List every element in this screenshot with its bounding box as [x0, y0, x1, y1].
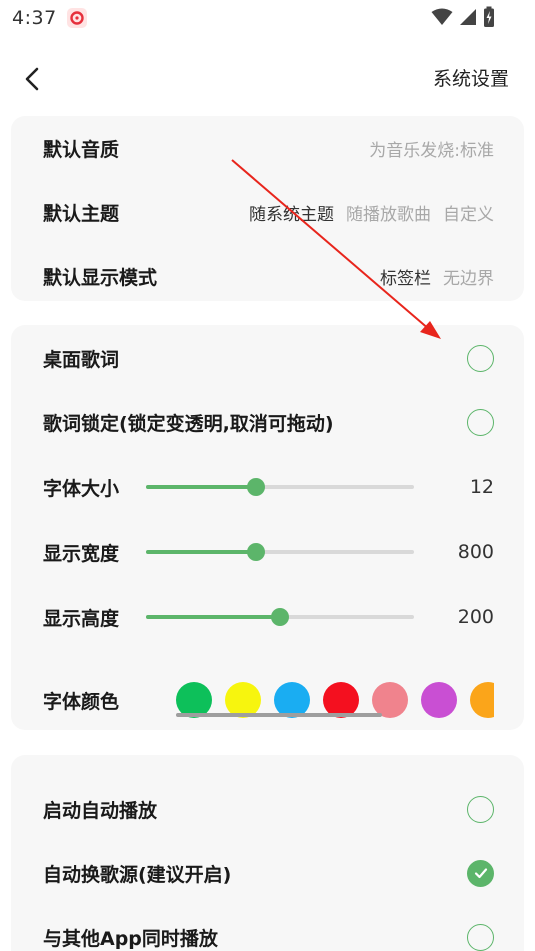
auto-switch-source-label: 自动换歌源(建议开启) [43, 863, 232, 886]
desktop-lyrics-row[interactable]: 桌面歌词 [11, 338, 524, 378]
theme-option-follow-system[interactable]: 随系统主题 [249, 200, 334, 225]
default-display-mode-row: 默认显示模式 标签栏 无边界 [11, 256, 524, 296]
desktop-lyrics-checkbox[interactable] [467, 344, 494, 372]
display-width-label: 显示宽度 [43, 542, 120, 565]
swatch-scrollbar[interactable] [176, 713, 382, 717]
lyrics-lock-row[interactable]: 歌词锁定(锁定变透明,取消可拖动) [11, 402, 524, 442]
font-size-slider[interactable] [146, 477, 414, 497]
display-width-slider[interactable] [146, 542, 414, 562]
display-height-value: 200 [457, 606, 494, 628]
slider-thumb[interactable] [271, 608, 289, 626]
default-display-mode-label: 默认显示模式 [43, 266, 158, 289]
autoplay-row[interactable]: 启动自动播放 [11, 789, 524, 829]
default-theme-options: 随系统主题 随播放歌曲 自定义 [249, 200, 494, 225]
status-indicators [431, 6, 495, 28]
autoplay-label: 启动自动播放 [43, 799, 158, 822]
slider-fill [146, 615, 280, 619]
lyrics-lock-label: 歌词锁定(锁定变透明,取消可拖动) [43, 412, 334, 435]
display-mode-option-borderless[interactable]: 无边界 [443, 264, 494, 289]
slider-fill [146, 550, 256, 554]
slider-fill [146, 485, 256, 489]
default-quality-label: 默认音质 [43, 138, 120, 161]
default-quality-row[interactable]: 默认音质 为音乐发烧:标准 [11, 128, 524, 168]
desktop-lyrics-label: 桌面歌词 [43, 348, 120, 371]
theme-option-follow-song[interactable]: 随播放歌曲 [346, 200, 431, 225]
auto-switch-source-checkbox[interactable] [467, 859, 494, 887]
theme-option-custom[interactable]: 自定义 [443, 200, 494, 225]
font-size-value: 12 [469, 476, 494, 498]
page-title: 系统设置 [432, 68, 509, 90]
default-theme-label: 默认主题 [43, 202, 120, 225]
status-time: 4:37 [12, 7, 57, 29]
battery-charging-icon [484, 6, 494, 27]
wifi-icon [431, 8, 453, 25]
auto-switch-source-row[interactable]: 自动换歌源(建议开启) [11, 853, 524, 893]
display-height-row: 显示高度 200 [11, 597, 524, 637]
font-size-row: 字体大小 12 [11, 467, 524, 507]
back-button[interactable] [18, 64, 48, 94]
autoplay-checkbox[interactable] [467, 795, 494, 823]
defaults-card: 默认音质 为音乐发烧:标准 默认主题 随系统主题 随播放歌曲 自定义 默认显示模… [11, 116, 524, 301]
checkmark-icon [474, 868, 487, 879]
color-swatch[interactable] [470, 682, 494, 718]
netease-music-notification-icon [66, 8, 87, 28]
display-mode-options: 标签栏 无边界 [380, 264, 494, 289]
play-with-other-apps-checkbox[interactable] [467, 923, 494, 951]
font-color-label: 字体颜色 [43, 690, 120, 713]
default-quality-options: 为音乐发烧:标准 [369, 136, 494, 161]
display-width-value: 800 [457, 541, 494, 563]
signal-icon [460, 9, 476, 25]
display-height-label: 显示高度 [43, 607, 120, 630]
page-header: 系统设置 [0, 50, 535, 106]
font-size-label: 字体大小 [43, 477, 120, 500]
display-width-row: 显示宽度 800 [11, 532, 524, 572]
status-bar: 4:37 [0, 0, 535, 36]
default-theme-row: 默认主题 随系统主题 随播放歌曲 自定义 [11, 192, 524, 232]
color-swatch[interactable] [421, 682, 457, 718]
lyrics-lock-checkbox[interactable] [467, 408, 494, 436]
display-height-slider[interactable] [146, 607, 414, 627]
quality-option-standard[interactable]: 为音乐发烧:标准 [369, 136, 494, 161]
desktop-lyrics-card: 桌面歌词 歌词锁定(锁定变透明,取消可拖动) 字体大小 12 显示宽度 800 … [11, 325, 524, 730]
playback-card: 启动自动播放 自动换歌源(建议开启) 与其他App同时播放 [11, 755, 524, 951]
slider-thumb[interactable] [246, 543, 265, 561]
chevron-left-icon [25, 67, 39, 91]
play-with-other-apps-row[interactable]: 与其他App同时播放 [11, 917, 524, 951]
display-mode-option-tab-bar[interactable]: 标签栏 [380, 264, 431, 289]
slider-thumb[interactable] [246, 478, 265, 496]
play-with-other-apps-label: 与其他App同时播放 [43, 927, 218, 950]
